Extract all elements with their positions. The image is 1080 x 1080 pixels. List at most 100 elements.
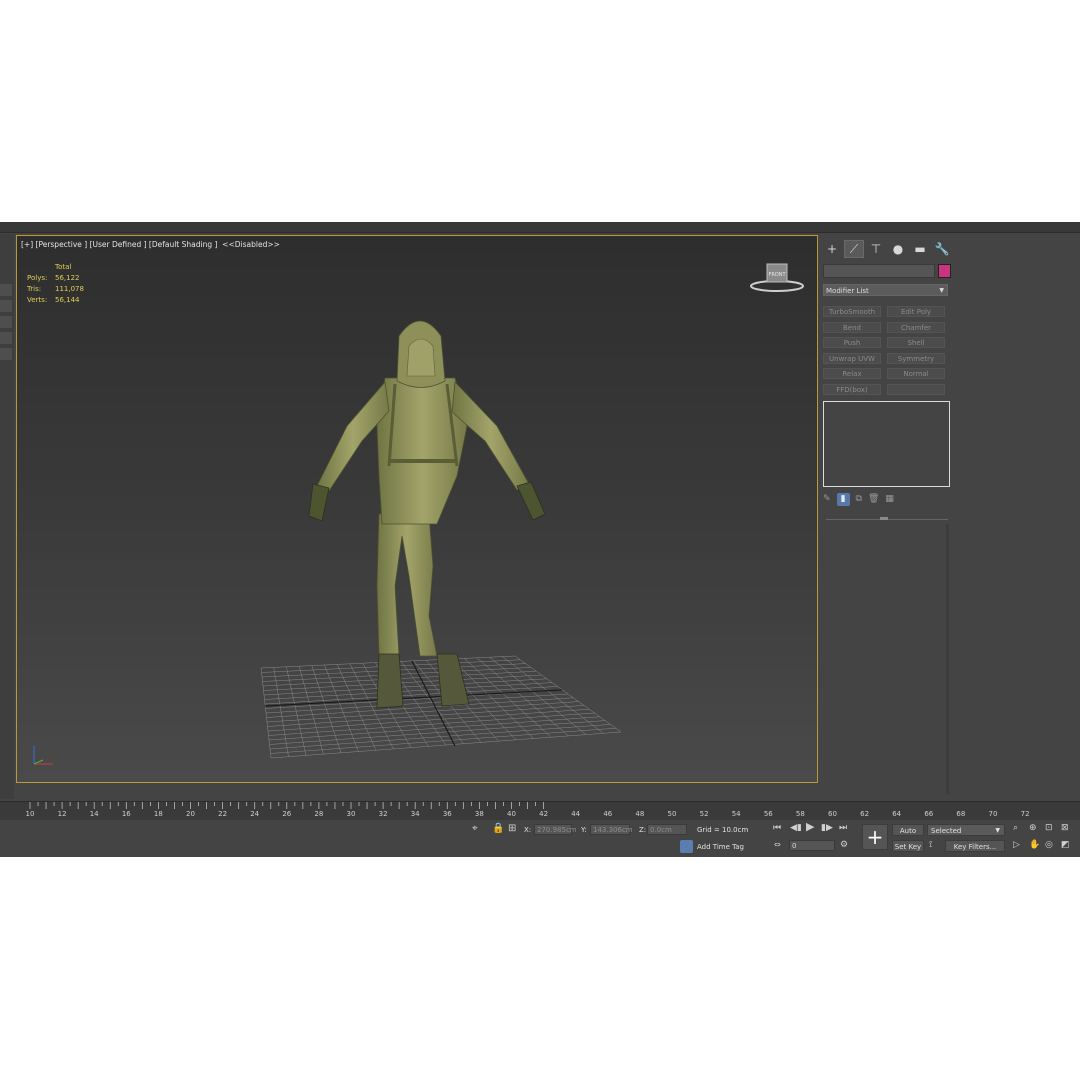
key-selection-dropdown[interactable]: Selected ▼	[927, 824, 1005, 836]
modifier-button[interactable]: Chamfer	[887, 321, 945, 333]
play-icon[interactable]: ▶	[806, 821, 814, 832]
make-unique-icon[interactable]: ⧉	[856, 494, 862, 504]
viewcube[interactable]: FRONT	[749, 260, 805, 294]
time-ruler-label: 10	[25, 810, 35, 818]
time-ruler-label: 72	[1020, 810, 1030, 818]
time-ruler[interactable]: 10 12 14 16 18 20 22 24 26 28 30 32 34 36 38 40 42 44 46 48…	[0, 801, 1080, 820]
grid-size-readout: Grid = 10.0cm	[697, 826, 749, 834]
y-coordinate-field[interactable]: 143.306cm	[590, 824, 633, 835]
modifier-button[interactable]: Shell	[887, 337, 945, 348]
stats-header: Total	[55, 263, 72, 271]
time-ruler-label: 20	[186, 810, 195, 818]
set-key-big-button[interactable]: +	[862, 824, 888, 850]
left-tool-button[interactable]	[0, 348, 12, 360]
utilities-icon[interactable]: 🔧	[932, 240, 952, 258]
time-config-icon[interactable]: ⚙	[840, 840, 848, 850]
left-tool-button[interactable]	[0, 300, 12, 312]
ribbon-strip	[0, 222, 1080, 233]
key-filters-button[interactable]: Key Filters...	[945, 840, 1005, 852]
time-ruler-label: 32	[378, 810, 388, 818]
zoom-extents-all-icon[interactable]: ⊠	[1061, 823, 1069, 833]
zoom-all-icon[interactable]: ⊕	[1029, 823, 1037, 833]
time-ruler-label: 68	[956, 810, 966, 818]
z-coordinate-field[interactable]: 0.0cm	[647, 824, 687, 835]
key-mode-icon[interactable]: ⇔	[774, 840, 781, 850]
y-label: Y:	[581, 826, 587, 834]
display-icon[interactable]: ▬	[910, 240, 930, 258]
x-coordinate-field[interactable]: 270.985cm	[534, 824, 577, 835]
time-ruler-label: 22	[218, 810, 228, 818]
maximize-viewport-icon[interactable]: ◩	[1061, 840, 1070, 850]
modifier-button[interactable]	[887, 383, 945, 395]
time-ruler-label: 58	[795, 810, 805, 818]
hazmat-character-model[interactable]	[17, 236, 817, 782]
modifier-button[interactable]: FFD(box)	[823, 383, 881, 395]
time-ruler-label: 50	[667, 810, 677, 818]
configure-sets-icon[interactable]: ▦	[885, 494, 894, 504]
left-toolbar	[0, 234, 14, 799]
modifier-button[interactable]: Unwrap UVW	[823, 352, 881, 364]
perspective-viewport[interactable]: [+] [Perspective ] [User Defined ] [Defa…	[16, 235, 818, 783]
object-color-swatch[interactable]	[938, 264, 951, 278]
pin-stack-icon[interactable]: ✎	[823, 494, 831, 504]
status-bar: ⌖ 🔒 ⊞ X: 270.985cm Y: 143.306cm Z: 0.0cm…	[0, 820, 1080, 857]
go-to-end-icon[interactable]: ⏭	[839, 823, 847, 833]
time-ruler-label: 36	[442, 810, 452, 818]
next-frame-icon[interactable]: ▮▶	[821, 823, 833, 833]
time-ruler-label: 26	[282, 810, 292, 818]
modifier-button[interactable]: Relax	[823, 368, 881, 379]
current-frame-field[interactable]: 0	[789, 840, 835, 851]
modifier-button[interactable]: Symmetry	[887, 352, 945, 364]
modify-icon[interactable]: ⟋	[844, 240, 864, 258]
time-ruler-label: 56	[763, 810, 773, 818]
time-ruler-label: 54	[731, 810, 741, 818]
left-tool-button[interactable]	[0, 332, 12, 344]
time-tag-icon[interactable]	[680, 840, 693, 853]
absolute-mode-icon[interactable]: ⊞	[508, 824, 516, 834]
modifier-button[interactable]: Edit Poly	[887, 306, 945, 317]
modifier-button[interactable]: TurboSmooth	[823, 306, 881, 317]
lock-icon[interactable]: 🔒	[492, 824, 504, 834]
time-ruler-label: 48	[635, 810, 645, 818]
object-name-field[interactable]	[823, 264, 935, 278]
left-tool-button[interactable]	[0, 284, 12, 296]
key-filter-icon[interactable]: ⟟	[929, 840, 932, 850]
set-key-button[interactable]: Set Key	[892, 840, 924, 852]
x-label: X:	[524, 826, 532, 834]
time-ruler-label: 14	[89, 810, 99, 818]
add-time-tag-button[interactable]: Add Time Tag	[697, 843, 744, 851]
panel-scrollbar[interactable]	[946, 524, 949, 794]
time-ruler-label: 52	[699, 810, 709, 818]
modifier-list-dropdown[interactable]: Modifier List ▼	[823, 284, 948, 296]
max-app-window: [+] [Perspective ] [User Defined ] [Defa…	[0, 222, 1080, 857]
left-tool-button[interactable]	[0, 316, 12, 328]
motion-icon[interactable]: ●	[888, 240, 908, 258]
pan-hand-icon[interactable]: ✋	[1029, 840, 1040, 850]
previous-frame-icon[interactable]: ◀▮	[790, 823, 802, 833]
modifier-button[interactable]: Push	[823, 337, 881, 348]
hierarchy-icon[interactable]: ⊤	[866, 240, 886, 258]
modifier-button[interactable]: Normal	[887, 368, 945, 379]
remove-modifier-icon[interactable]: 🗑	[868, 494, 879, 504]
chevron-down-icon: ▼	[939, 287, 944, 294]
field-of-view-icon[interactable]: ▷	[1013, 840, 1020, 850]
isolate-icon[interactable]: ⌖	[472, 824, 478, 834]
modifier-stack-view[interactable]	[823, 401, 950, 487]
zoom-icon[interactable]: ⌕	[1013, 823, 1018, 833]
go-to-start-icon[interactable]: ⏮	[773, 823, 781, 833]
orbit-icon[interactable]: ◎	[1045, 840, 1053, 850]
modifier-button[interactable]: Bend	[823, 321, 881, 333]
axis-tripod-icon	[33, 746, 53, 765]
time-ruler-label: 28	[314, 810, 324, 818]
time-ruler-label: 16	[121, 810, 131, 818]
auto-key-button[interactable]: Auto Key	[892, 824, 924, 847]
chevron-down-icon: ▼	[995, 827, 1000, 834]
viewport-label-menu[interactable]: [+] [Perspective ] [User Defined ] [Defa…	[21, 240, 280, 249]
time-ruler-label: 70	[988, 810, 998, 818]
rollout-handle[interactable]	[880, 517, 888, 520]
zoom-extents-icon[interactable]: ⊡	[1045, 823, 1053, 833]
stats-overlay: Total Polys: 56,122 Tris: 111,078 Verts: 56…	[27, 262, 84, 306]
create-icon[interactable]: +	[822, 240, 842, 258]
viewcube-front-label: FRONT	[768, 272, 786, 278]
show-end-result-icon[interactable]: ▮	[836, 492, 850, 506]
